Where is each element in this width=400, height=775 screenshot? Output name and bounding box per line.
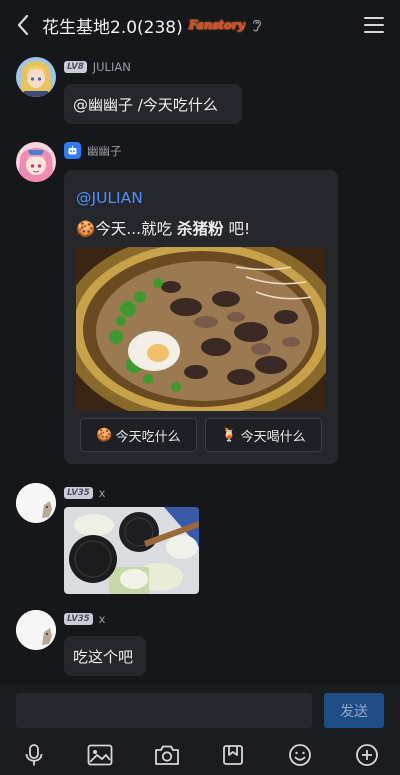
sender-meta-julian: LV8 JULIAN: [64, 60, 131, 74]
noodle-bowl-image[interactable]: [76, 247, 326, 411]
menu-line: [364, 24, 384, 26]
message-text: @幽幽子 /今天吃什么: [73, 96, 218, 114]
emoji-icon[interactable]: [285, 740, 315, 770]
message-input[interactable]: [16, 693, 312, 728]
chevron-left-icon: [17, 14, 29, 36]
sender-meta-x: LV35 x: [64, 612, 105, 626]
button-label: 今天吃什么: [115, 429, 181, 445]
ear-icon: [250, 17, 264, 33]
level-badge: LV35: [64, 487, 93, 499]
image-icon[interactable]: [85, 740, 115, 770]
mention-link[interactable]: @JULIAN: [76, 189, 143, 207]
sender-name: x: [98, 486, 106, 500]
message-text: 吃这个吧: [73, 648, 134, 666]
sender-meta-bot: 幽幽子: [64, 142, 122, 159]
bookmark-icon[interactable]: [218, 740, 248, 770]
chat-title-area[interactable]: 花生基地2.0(238) Fanstory: [42, 0, 264, 50]
chat-header: 花生基地2.0(238) Fanstory: [0, 0, 400, 50]
card-text-suffix: 吧!: [223, 220, 251, 238]
hamburger-menu-icon: [364, 17, 384, 19]
avatar-julian[interactable]: [16, 57, 56, 97]
level-badge: LV8: [64, 61, 87, 73]
what-to-drink-button[interactable]: 🍹 今天喝什么: [205, 418, 322, 452]
sender-name: 幽幽子: [87, 143, 122, 158]
chat-title: 花生基地2.0(238): [42, 17, 183, 38]
avatar-x[interactable]: [16, 483, 56, 523]
level-badge: LV35: [64, 613, 93, 625]
send-button[interactable]: 发送: [324, 693, 384, 728]
sender-name: JULIAN: [92, 60, 131, 74]
oreo-dish-image[interactable]: [64, 507, 199, 594]
card-text-highlight: 杀猪粉: [177, 220, 224, 238]
menu-button[interactable]: [364, 15, 384, 35]
bot-icon: [64, 142, 81, 159]
avatar-x[interactable]: [16, 610, 56, 650]
composer: 发送: [0, 684, 400, 775]
group-badge-logo: Fanstory: [188, 18, 245, 32]
bot-reply-card: @JULIAN 🍪今天...就吃 杀猪粉 吧! 🍪 今天吃什么 🍹 今天喝什么: [64, 170, 338, 464]
sender-meta-x: LV35 x: [64, 486, 105, 500]
card-text-prefix: 🍪今天...就吃: [76, 220, 178, 238]
plus-icon[interactable]: [352, 740, 382, 770]
message-bubble[interactable]: 吃这个吧: [64, 636, 146, 676]
drink-icon: 🍹: [221, 427, 238, 443]
cookie-icon: 🍪: [96, 427, 113, 443]
avatar-bot[interactable]: [16, 142, 56, 182]
message-bubble[interactable]: @幽幽子 /今天吃什么: [64, 84, 242, 124]
card-message-text: 🍪今天...就吃 杀猪粉 吧!: [76, 217, 250, 239]
menu-line: [364, 31, 384, 33]
back-button[interactable]: [12, 13, 34, 37]
button-label: 今天喝什么: [240, 429, 306, 445]
what-to-eat-button[interactable]: 🍪 今天吃什么: [80, 418, 197, 452]
sender-name: x: [98, 612, 106, 626]
mic-icon[interactable]: [19, 740, 49, 770]
camera-icon[interactable]: [152, 740, 182, 770]
